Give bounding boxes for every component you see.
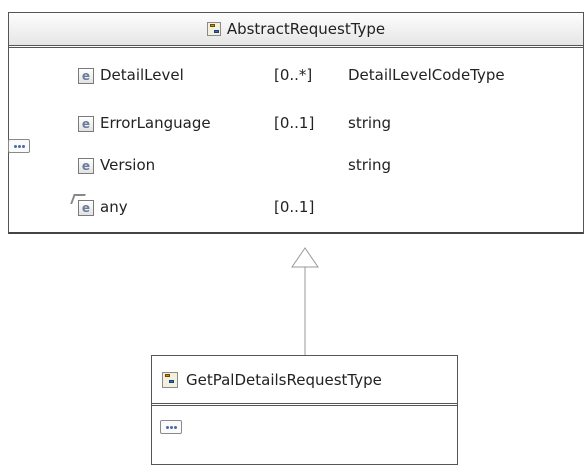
element-cardinality-any: [0..1] — [274, 198, 315, 216]
element-cardinality-errorlanguage: [0..1] — [274, 114, 315, 132]
element-icon: e — [78, 116, 94, 132]
inheritance-arrowhead — [291, 247, 319, 268]
derived-sequence-icon[interactable] — [160, 420, 182, 434]
element-name-errorlanguage[interactable]: ErrorLanguage — [100, 114, 211, 132]
element-cardinality-detaillevel: [0..*] — [274, 66, 313, 84]
derived-type-header: GetPalDetailsRequestType — [152, 356, 457, 406]
base-type-header: AbstractRequestType — [9, 13, 583, 48]
element-name-detaillevel[interactable]: DetailLevel — [100, 66, 184, 84]
element-icon: e — [78, 68, 94, 84]
complex-type-icon — [162, 371, 178, 388]
element-type-version: string — [348, 156, 392, 174]
derived-type-box[interactable]: GetPalDetailsRequestType — [151, 355, 458, 465]
element-icon: e — [78, 158, 94, 174]
element-type-errorlanguage: string — [348, 114, 392, 132]
element-name-version[interactable]: Version — [100, 156, 155, 174]
sequence-compositor-icon[interactable] — [8, 139, 30, 153]
complex-type-icon — [206, 22, 221, 36]
base-type-name: AbstractRequestType — [226, 20, 386, 38]
element-type-detaillevel: DetailLevelCodeType — [348, 66, 505, 84]
element-name-any[interactable]: any — [100, 198, 128, 216]
derived-type-name: GetPalDetailsRequestType — [186, 370, 382, 389]
